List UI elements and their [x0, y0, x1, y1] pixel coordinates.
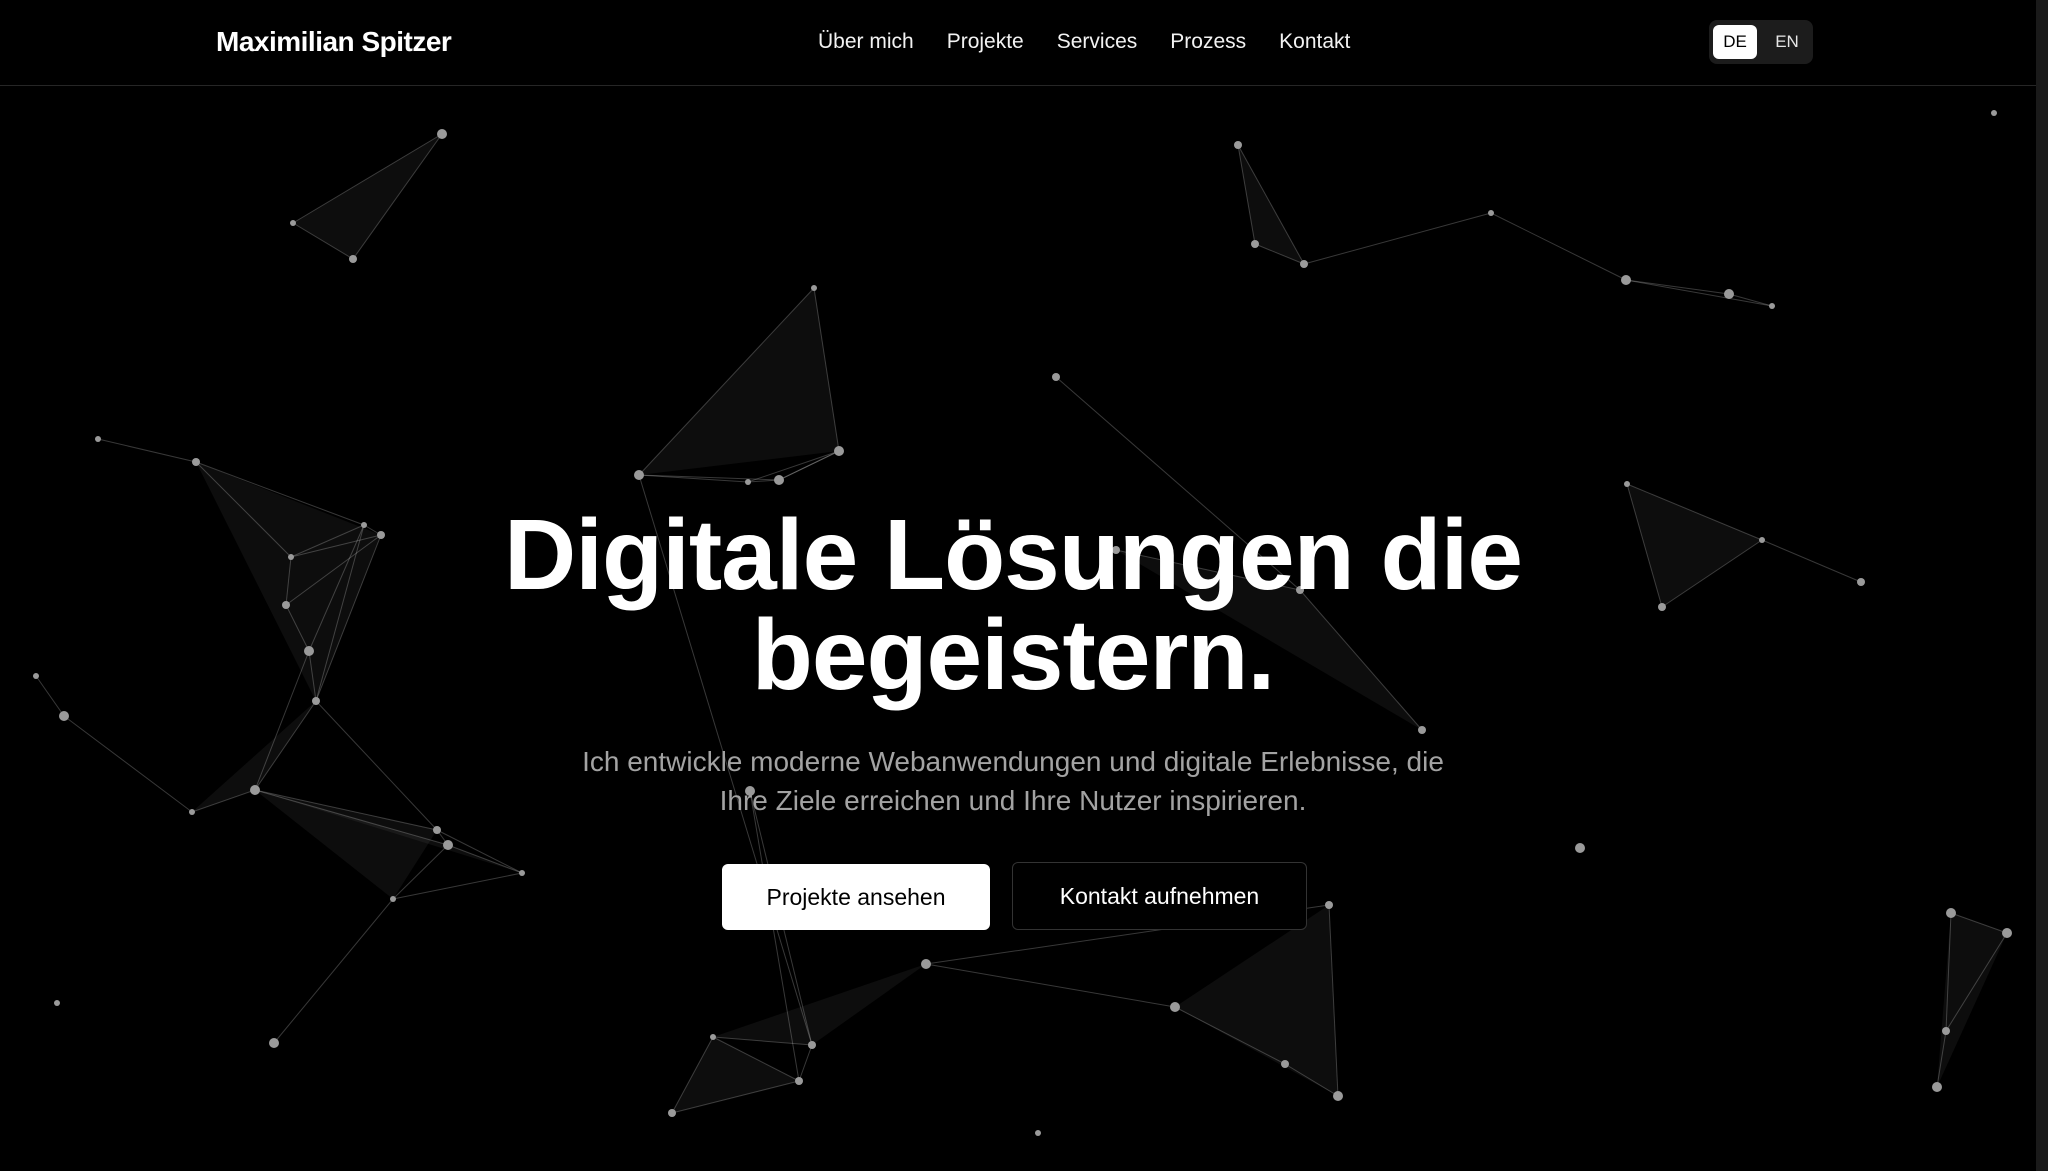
network-node [1035, 1130, 1041, 1136]
network-link [1761, 539, 1862, 583]
network-node [59, 711, 69, 721]
network-node [519, 870, 525, 876]
network-facet [639, 288, 839, 475]
network-node [1333, 1091, 1343, 1101]
network-node [2002, 928, 2012, 938]
nav-link-services[interactable]: Services [1057, 26, 1138, 58]
network-node [745, 479, 751, 485]
network-node [1991, 110, 1997, 116]
network-node [1724, 289, 1734, 299]
network-node [1575, 843, 1585, 853]
network-node [1296, 586, 1304, 594]
network-node [189, 809, 195, 815]
contact-button[interactable]: Kontakt aufnehmen [1012, 862, 1307, 930]
nav-link-prozess[interactable]: Prozess [1170, 26, 1246, 58]
nav-link-kontakt[interactable]: Kontakt [1279, 26, 1350, 58]
network-node [269, 1038, 279, 1048]
network-link [447, 844, 523, 874]
network-node [1658, 603, 1666, 611]
network-node [433, 826, 441, 834]
network-node [1052, 373, 1060, 381]
brand-logo-text[interactable]: Maximilian Spitzer [216, 24, 452, 60]
network-link [1490, 212, 1627, 281]
network-node [33, 673, 39, 679]
language-switcher: DE EN [1709, 20, 1813, 64]
network-link [1625, 279, 1773, 307]
network-link [925, 963, 1176, 1008]
network-node [1946, 908, 1956, 918]
network-node [1300, 260, 1308, 268]
network-node [1621, 275, 1631, 285]
network-node [361, 522, 367, 528]
network-node [95, 436, 101, 442]
language-en-button[interactable]: EN [1765, 25, 1809, 59]
network-facet [713, 964, 926, 1045]
nav-link-ueber-mich[interactable]: Über mich [818, 26, 914, 58]
network-node [437, 129, 447, 139]
network-node [1769, 303, 1775, 309]
network-node [1234, 141, 1242, 149]
network-node [1857, 578, 1865, 586]
network-link [97, 438, 197, 463]
network-node [1488, 210, 1494, 216]
network-link [1303, 212, 1492, 265]
network-node [377, 531, 385, 539]
network-facet [192, 701, 316, 812]
nav-link-projekte[interactable]: Projekte [947, 26, 1024, 58]
network-node [1418, 726, 1426, 734]
view-projects-button[interactable]: Projekte ansehen [722, 864, 990, 930]
network-node [1281, 1060, 1289, 1068]
network-node [795, 1077, 803, 1085]
network-link [436, 829, 523, 874]
network-link [273, 898, 394, 1044]
network-facet [1627, 484, 1762, 607]
network-node [668, 1109, 676, 1117]
network-link [63, 715, 193, 813]
network-node [1251, 240, 1259, 248]
network-node [1325, 901, 1333, 909]
network-node [834, 446, 844, 456]
network-link [638, 474, 813, 1046]
network-node [304, 646, 314, 656]
network-link [392, 872, 523, 900]
network-node [312, 697, 320, 705]
network-node [390, 896, 396, 902]
network-link [1055, 376, 1301, 591]
network-node [921, 959, 931, 969]
network-node [1932, 1082, 1942, 1092]
network-node [443, 840, 453, 850]
main-nav: Über mich Projekte Services Prozess Kont… [818, 26, 1350, 58]
network-link [1728, 293, 1773, 307]
network-node [250, 785, 260, 795]
network-node [1759, 537, 1765, 543]
top-navigation-bar: Maximilian Spitzer Über mich Projekte Se… [0, 0, 2036, 86]
network-facet [293, 134, 442, 259]
network-link [798, 1044, 813, 1082]
network-node [1112, 546, 1120, 554]
network-node [192, 458, 200, 466]
network-node [282, 601, 290, 609]
network-link [1625, 279, 1730, 295]
language-de-button[interactable]: DE [1713, 25, 1757, 59]
network-link [35, 675, 65, 717]
network-node [1624, 481, 1630, 487]
network-facet [1175, 905, 1338, 1096]
network-node [774, 475, 784, 485]
page: Maximilian Spitzer Über mich Projekte Se… [0, 0, 2048, 1171]
network-node [288, 554, 294, 560]
network-node [634, 470, 644, 480]
network-node [710, 1034, 716, 1040]
network-node [811, 285, 817, 291]
particle-network-background [33, 110, 2012, 1136]
network-link [254, 700, 317, 791]
network-facet [1116, 550, 1422, 730]
network-node [1170, 1002, 1180, 1012]
network-node [349, 255, 357, 263]
network-node [745, 786, 755, 796]
network-node [54, 1000, 60, 1006]
scrollbar[interactable] [2036, 0, 2048, 1171]
network-node [808, 1041, 816, 1049]
network-node [290, 220, 296, 226]
network-node [1942, 1027, 1950, 1035]
